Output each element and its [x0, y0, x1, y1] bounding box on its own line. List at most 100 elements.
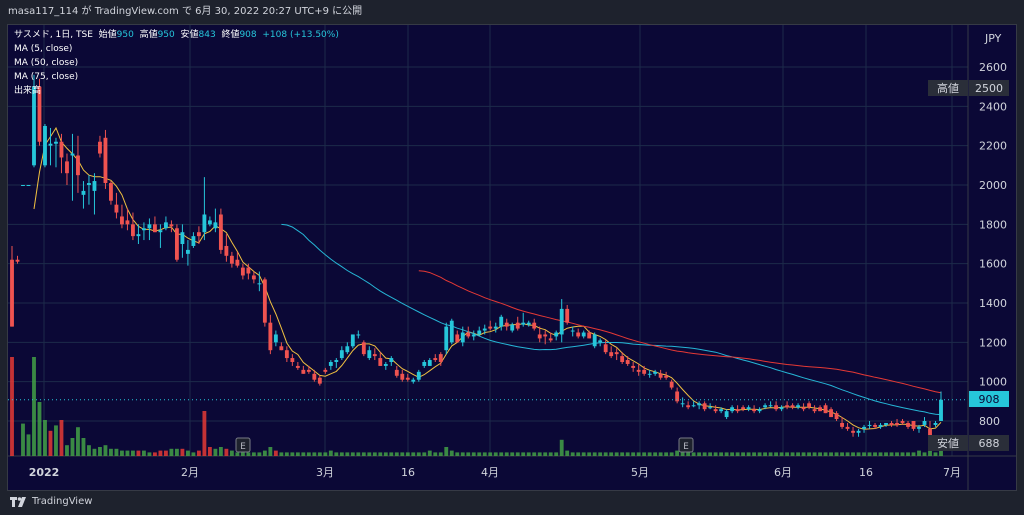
volume-bar [279, 452, 284, 456]
volume-bar [906, 452, 910, 456]
candle-body [163, 222, 168, 229]
volume-bar [521, 452, 526, 456]
legend-ma50[interactable]: MA (50, close) [14, 56, 339, 70]
low-price-label: 安値 [937, 436, 959, 450]
volume-bar [884, 452, 888, 456]
candle-body [158, 230, 163, 233]
candle-body [636, 369, 641, 372]
x-tick-label: 2022 [29, 466, 60, 479]
candle-body [790, 405, 795, 408]
volume-bar [482, 452, 487, 456]
volume-bar [26, 434, 31, 456]
volume-bar [433, 452, 438, 456]
y-tick-label: 2600 [979, 61, 1007, 74]
volume-bar [169, 448, 174, 456]
volume-bar [900, 452, 905, 456]
candle-body [174, 228, 179, 260]
volume-bar [746, 452, 751, 456]
candle-body [477, 330, 482, 335]
candle-body [301, 369, 306, 374]
candle-body [185, 249, 190, 254]
y-tick-label: 1200 [979, 336, 1007, 349]
legend-volume[interactable]: 出来高 [14, 84, 339, 98]
y-tick-label: 800 [979, 415, 1000, 428]
volume-bar [356, 452, 361, 456]
candle-body [873, 424, 877, 427]
volume-bar [757, 452, 762, 456]
candle-body [400, 373, 405, 380]
volume-bar [911, 452, 916, 456]
volume-bar [427, 450, 432, 456]
candle-body [647, 373, 652, 375]
candle-body [389, 358, 394, 362]
candle-body [851, 430, 855, 433]
volume-bar [136, 450, 141, 456]
volume-bar [125, 450, 130, 456]
volume-bar [741, 452, 746, 456]
volume-bar [81, 438, 86, 456]
volume-bar [54, 425, 58, 456]
candle-body [279, 346, 284, 351]
candle-body [235, 259, 240, 266]
volume-bar [65, 445, 69, 456]
legend-open: 950 [116, 30, 134, 40]
candle-body [383, 363, 388, 366]
candle-body [779, 407, 784, 410]
volume-bar [554, 452, 559, 456]
volume-bar [708, 452, 713, 456]
volume-bar [658, 452, 663, 456]
volume-bar [202, 411, 207, 456]
candle-body [642, 369, 647, 374]
candle-body [290, 358, 295, 362]
volume-bar [218, 447, 223, 456]
volume-bar [818, 452, 822, 456]
volume-bar [301, 452, 306, 456]
tradingview-logo[interactable]: TradingView [10, 496, 92, 507]
candle-body [543, 334, 548, 337]
candle-body [169, 224, 174, 227]
candle-body [328, 362, 333, 366]
volume-bar [922, 452, 927, 456]
volume-bar [724, 452, 729, 456]
candle-body [218, 214, 223, 250]
x-tick-label: 5月 [631, 466, 649, 479]
volume-bar [131, 450, 135, 456]
candle-body [191, 236, 196, 246]
candle-body [152, 224, 157, 233]
candle-body [554, 332, 559, 337]
legend-close: 908 [239, 30, 257, 40]
volume-bar [713, 452, 718, 456]
candle-body [306, 369, 311, 372]
volume-bar [383, 452, 388, 456]
volume-bar [32, 357, 36, 456]
volume-bar [213, 448, 218, 456]
candle-body [565, 308, 570, 323]
candle-body [614, 352, 619, 355]
candle-body [559, 308, 564, 335]
volume-bar [845, 452, 850, 456]
volume-bar [477, 452, 482, 456]
candle-body [686, 405, 691, 408]
candle-body [114, 204, 119, 213]
legend-change: +108 (+13.50%) [262, 30, 339, 40]
candle-body [262, 279, 267, 323]
candle-body [350, 334, 355, 347]
legend-high: 950 [157, 30, 175, 40]
candle-body [823, 405, 828, 414]
candle-body [713, 409, 718, 412]
candle-body [939, 399, 943, 421]
candle-body [598, 340, 603, 343]
legend-ma75[interactable]: MA (75, close) [14, 70, 339, 84]
candle-body [609, 352, 614, 357]
volume-bar [691, 452, 696, 456]
legend-ma5[interactable]: MA (5, close) [14, 42, 339, 56]
candle-body [180, 232, 185, 244]
candle-body [719, 409, 724, 412]
y-tick-label: 1600 [979, 258, 1007, 271]
volume-bar [807, 452, 811, 456]
candle-body [895, 422, 899, 425]
candle-body [367, 350, 372, 359]
candle-body [323, 369, 328, 372]
volume-bar [400, 452, 405, 456]
candle-body [356, 334, 361, 336]
